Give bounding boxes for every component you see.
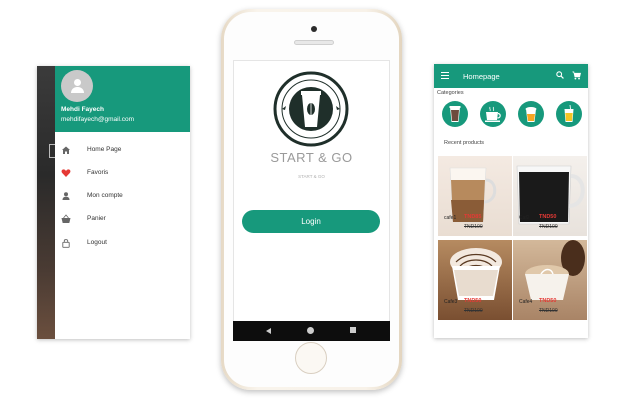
recent-products-label: Recent products: [444, 140, 485, 146]
app-bar: Homepage: [434, 64, 588, 88]
product-name: Cafe4: [519, 299, 533, 305]
product-card[interactable]: Caf2 TND50 TND100: [513, 156, 587, 236]
menu-icon[interactable]: [441, 72, 449, 79]
user-email: mehdifayech@gmail.com: [61, 116, 135, 123]
product-price: TND85: [464, 214, 482, 220]
product-card[interactable]: Cafe4 TND50 TND100: [513, 240, 587, 320]
frappe-icon: [525, 107, 537, 122]
drawer-item-label: Home Page: [87, 146, 122, 153]
lock-icon: [61, 238, 71, 248]
drawer-item-mon-compte[interactable]: Mon compte: [55, 188, 190, 206]
drawer-item-label: Logout: [87, 239, 107, 246]
product-price: TND50: [539, 214, 557, 220]
basket-icon: [61, 214, 71, 224]
coffee-cup-icon: [485, 106, 501, 122]
product-name: cafe1: [444, 215, 457, 221]
recent-apps-icon[interactable]: [350, 327, 356, 333]
login-button[interactable]: Login: [242, 210, 380, 233]
category-juice[interactable]: [556, 101, 582, 127]
juice-icon: [564, 104, 574, 122]
drawer-item-home-page[interactable]: Home Page: [55, 142, 190, 160]
app-title: START & GO: [270, 150, 353, 165]
user-name: Mehdi Fayech: [61, 106, 104, 113]
app-subtitle: START & GO: [298, 174, 325, 179]
category-iced-coffee[interactable]: [442, 101, 468, 127]
iced-coffee-icon: [449, 106, 461, 122]
person-icon: [61, 191, 71, 201]
drawer-item-label: Panier: [87, 215, 106, 222]
navigation-drawer: Mehdi Fayech mehdifayech@gmail.com Home …: [55, 66, 190, 339]
product-old-price: TND100: [464, 224, 483, 230]
cart-icon[interactable]: [572, 71, 581, 80]
drawer-item-label: Mon compte: [87, 192, 123, 199]
drawer-item-favoris[interactable]: Favoris: [55, 165, 190, 183]
drawer-item-panier[interactable]: Panier: [55, 211, 190, 229]
product-old-price: TND100: [464, 308, 483, 314]
product-name: Caf2: [519, 215, 530, 221]
drawer-header: Mehdi Fayech mehdifayech@gmail.com: [55, 66, 190, 132]
product-old-price: TND100: [539, 224, 558, 230]
avatar[interactable]: [61, 70, 93, 102]
camera: [311, 26, 317, 32]
drawer-screen: Mehdi Fayech mehdifayech@gmail.com Home …: [37, 66, 190, 339]
product-name: Cafe3: [444, 299, 458, 305]
categories-label: Categories: [437, 90, 464, 96]
product-card[interactable]: cafe1 TND85 TND100: [438, 156, 512, 236]
home-circle-icon[interactable]: [307, 327, 314, 334]
product-price: TND50: [539, 298, 557, 304]
start-and-go-logo: [273, 71, 349, 147]
background-photo: [37, 66, 55, 339]
home-icon: [61, 145, 71, 155]
search-icon[interactable]: [556, 71, 564, 79]
page-title: Homepage: [463, 72, 500, 81]
android-nav-bar: [233, 321, 390, 341]
phone-home-button[interactable]: [295, 342, 327, 374]
drawer-item-logout[interactable]: Logout: [55, 235, 190, 253]
category-frappe[interactable]: [518, 101, 544, 127]
drawer-item-label: Favoris: [87, 169, 109, 176]
heart-icon: [61, 168, 71, 178]
back-icon[interactable]: [266, 328, 271, 334]
product-price: TND50: [464, 298, 482, 304]
speaker: [294, 40, 334, 45]
product-card[interactable]: Cafe3 TND50 TND100: [438, 240, 512, 320]
homepage-screen: Homepage Categories Recent products cafe…: [434, 64, 588, 338]
product-old-price: TND100: [539, 308, 558, 314]
category-hot-coffee[interactable]: [480, 101, 506, 127]
